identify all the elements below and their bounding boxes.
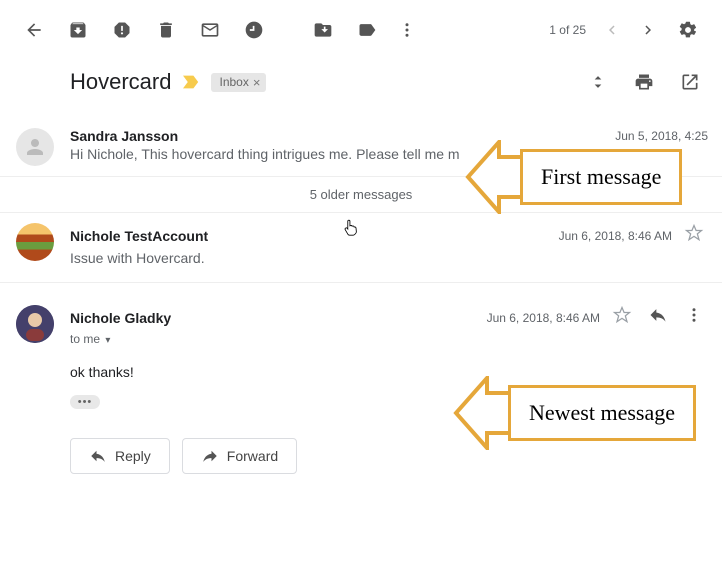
avatar-graphic-icon — [16, 305, 54, 343]
toolbar-divider — [288, 18, 289, 42]
chevron-right-icon — [639, 21, 657, 39]
older-messages-text: 5 older messages — [310, 187, 413, 202]
toolbar: 1 of 25 — [0, 0, 722, 58]
snooze-button[interactable] — [234, 10, 274, 50]
forward-label: Forward — [227, 448, 278, 464]
move-to-button[interactable] — [303, 10, 343, 50]
inbox-label[interactable]: Inbox × — [211, 73, 266, 92]
subject-row: Hovercard Inbox × — [0, 58, 722, 118]
recipient-dropdown[interactable]: to me ▾ — [70, 332, 708, 346]
reply-icon-button[interactable] — [644, 305, 672, 330]
sender-name: Sandra Jansson — [70, 128, 178, 144]
reply-icon — [648, 305, 668, 325]
close-icon: × — [253, 75, 261, 90]
print-button[interactable] — [626, 64, 662, 100]
pager-text: 1 of 25 — [549, 23, 586, 37]
arrow-left-icon — [464, 140, 524, 214]
star-outline-icon — [684, 223, 704, 243]
person-icon — [23, 135, 47, 159]
labels-button[interactable] — [347, 10, 387, 50]
annotation-text: Newest message — [508, 385, 696, 441]
annotation-text: First message — [520, 149, 682, 205]
folder-move-icon — [313, 20, 333, 40]
avatar — [16, 305, 54, 343]
clock-icon — [244, 20, 264, 40]
message-snippet: Issue with Hovercard. — [70, 250, 708, 266]
mark-unread-button[interactable] — [190, 10, 230, 50]
message-more-button[interactable] — [680, 306, 708, 329]
expand-collapse-button[interactable] — [580, 64, 616, 100]
recipient-text: to me — [70, 332, 100, 346]
archive-icon — [68, 20, 88, 40]
subject-title: Hovercard — [70, 69, 171, 95]
reply-icon — [89, 447, 107, 465]
back-button[interactable] — [14, 10, 54, 50]
print-icon — [634, 72, 654, 92]
avatar — [16, 223, 54, 261]
sender-name: Nichole TestAccount — [70, 228, 208, 244]
star-button[interactable] — [680, 223, 708, 248]
more-vert-icon — [398, 21, 416, 39]
older-button[interactable] — [632, 10, 664, 50]
spam-icon — [112, 20, 132, 40]
settings-button[interactable] — [668, 10, 708, 50]
gear-icon — [678, 20, 698, 40]
message-date: Jun 6, 2018, 8:46 AM — [559, 229, 672, 243]
annotation-first: First message — [464, 140, 682, 214]
archive-button[interactable] — [58, 10, 98, 50]
expand-collapse-icon — [588, 72, 608, 92]
open-new-icon — [680, 72, 700, 92]
forward-button[interactable]: Forward — [182, 438, 297, 474]
newer-button[interactable] — [596, 10, 628, 50]
delete-button[interactable] — [146, 10, 186, 50]
arrow-left-icon — [452, 376, 512, 450]
label-icon — [357, 20, 377, 40]
show-trimmed-button[interactable]: ••• — [70, 395, 100, 409]
sender-name: Nichole Gladky — [70, 310, 171, 326]
reply-button[interactable]: Reply — [70, 438, 170, 474]
star-outline-icon — [612, 305, 632, 325]
back-arrow-icon — [24, 20, 44, 40]
mail-unread-icon — [200, 20, 220, 40]
open-new-window-button[interactable] — [672, 64, 708, 100]
more-vert-icon — [685, 306, 703, 324]
message-collapsed-second[interactable]: Nichole TestAccount Jun 6, 2018, 8:46 AM… — [0, 213, 722, 276]
avatar — [16, 128, 54, 166]
report-spam-button[interactable] — [102, 10, 142, 50]
inbox-label-text: Inbox — [219, 75, 248, 89]
trash-icon — [156, 20, 176, 40]
message-date: Jun 6, 2018, 8:46 AM — [487, 311, 600, 325]
importance-marker-icon[interactable] — [181, 74, 201, 90]
more-button[interactable] — [391, 10, 423, 50]
chevron-left-icon — [603, 21, 621, 39]
chevron-down-icon: ▾ — [105, 335, 110, 346]
reply-label: Reply — [115, 448, 151, 464]
star-button[interactable] — [608, 305, 636, 330]
forward-icon — [201, 447, 219, 465]
annotation-newest: Newest message — [452, 376, 696, 450]
